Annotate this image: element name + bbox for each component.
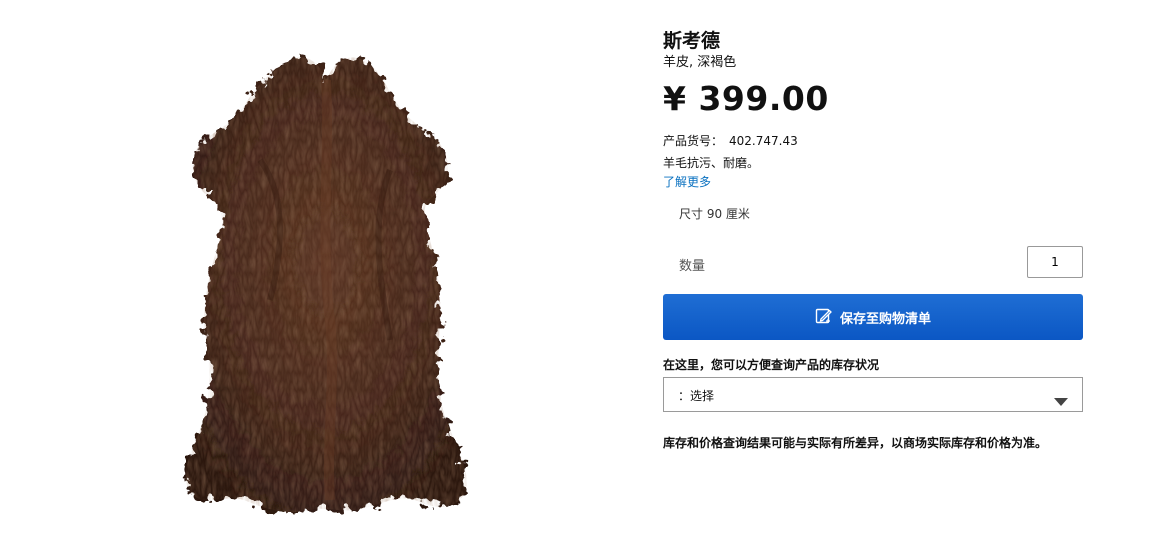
stock-disclaimer: 库存和价格查询结果可能与实际有所差异，以商场实际库存和价格为准。 bbox=[663, 436, 1048, 450]
learn-more-link[interactable]: 了解更多 bbox=[663, 174, 711, 190]
article-number: 402.747.43 bbox=[729, 134, 798, 148]
chevron-down-icon bbox=[1054, 391, 1068, 410]
product-info: 斯考德 羊皮, 深褐色 ¥ 399.00 产品货号： 402.747.43 羊毛抗… bbox=[663, 28, 1083, 451]
edit-list-icon bbox=[815, 307, 832, 328]
product-page: 斯考德 羊皮, 深褐色 ¥ 399.00 产品货号： 402.747.43 羊毛抗… bbox=[0, 0, 1165, 556]
product-size: 尺寸 90 厘米 bbox=[679, 207, 750, 221]
store-select[interactable]: ：选择 bbox=[663, 377, 1083, 412]
stock-check-label: 在这里，您可以方便查询产品的库存状况 bbox=[663, 358, 880, 372]
product-price: ¥ 399.00 bbox=[663, 79, 829, 118]
product-subtitle: 羊皮, 深褐色 bbox=[663, 55, 737, 70]
quantity-input[interactable] bbox=[1027, 246, 1083, 278]
article-label: 产品货号： bbox=[663, 134, 724, 148]
store-select-value: ：选择 bbox=[678, 389, 715, 403]
quantity-row: 数量 bbox=[663, 246, 1083, 280]
save-to-list-button[interactable]: 保存至购物清单 bbox=[663, 294, 1083, 340]
quantity-label: 数量 bbox=[679, 259, 706, 274]
save-button-label: 保存至购物清单 bbox=[839, 311, 931, 327]
product-name: 斯考德 bbox=[663, 30, 721, 52]
sheepskin-rug-image bbox=[185, 57, 467, 513]
product-description: 羊毛抗污、耐磨。 bbox=[663, 156, 760, 170]
product-image bbox=[140, 40, 520, 530]
article-number-row: 产品货号： 402.747.43 bbox=[663, 133, 1083, 149]
